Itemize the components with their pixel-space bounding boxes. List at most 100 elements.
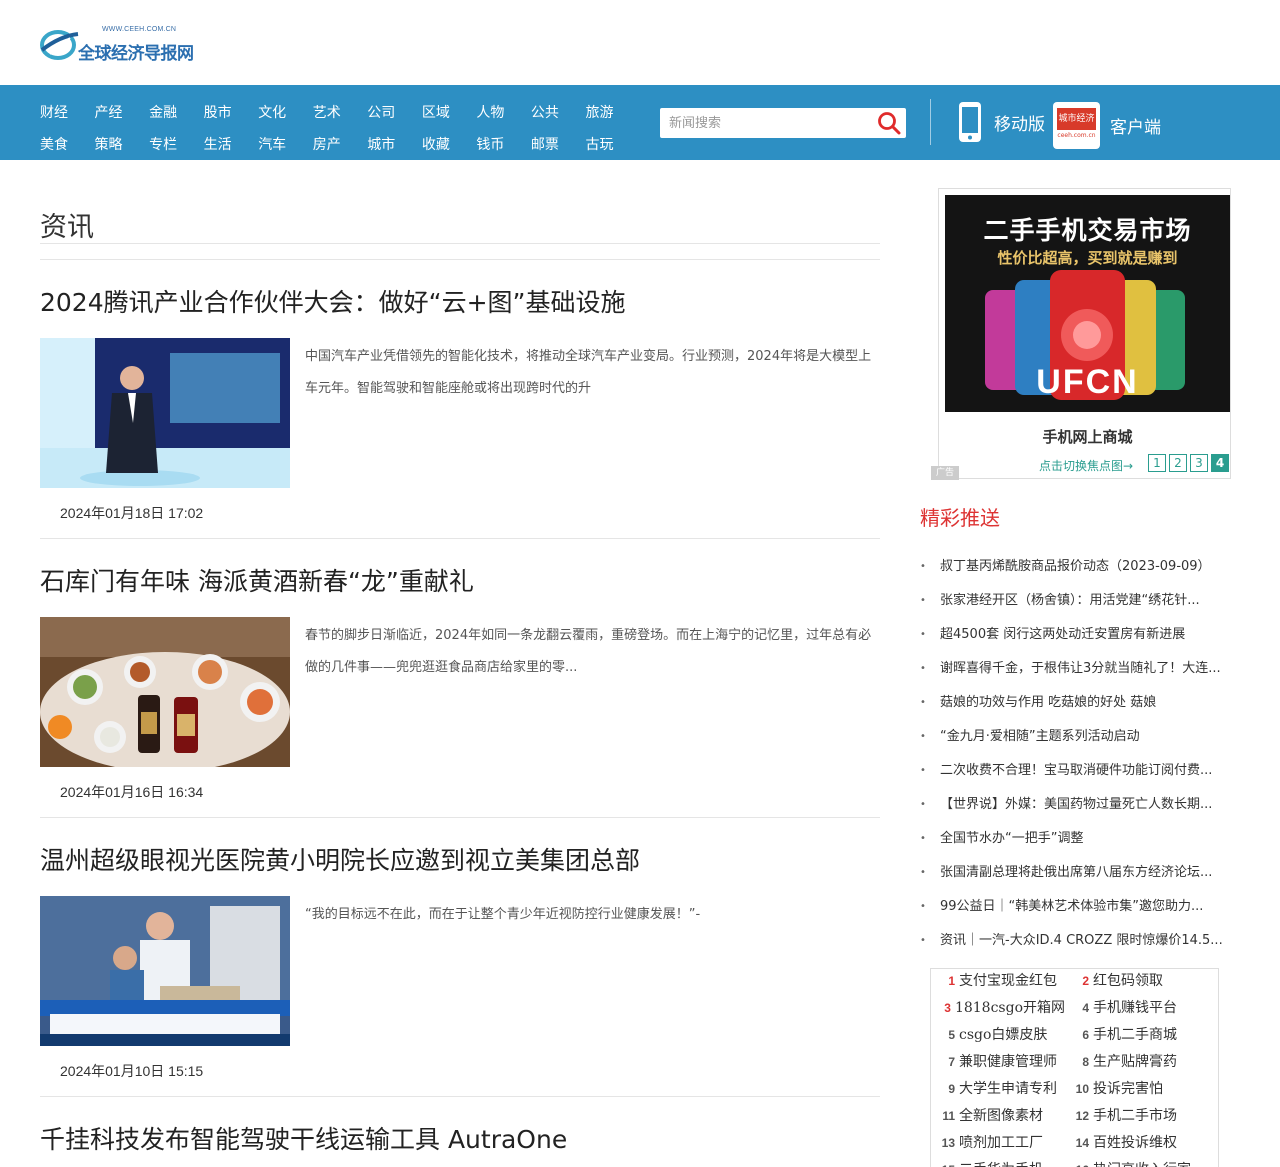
article-date: 2024年01月10日 15:15 bbox=[60, 1063, 204, 1079]
recommended-item[interactable]: • 99公益日｜“韩美林艺术体验市集”邀您助力... bbox=[920, 890, 1240, 924]
nav-item[interactable]: 房产 bbox=[313, 134, 368, 154]
recommended-item[interactable]: • “金九月·爱相随”主题系列活动启动 bbox=[920, 720, 1240, 754]
hot-link-rank: 15 bbox=[931, 1158, 959, 1167]
recommended-item-label: 资讯｜一汽-大众ID.4 CROZZ 限时惊爆价14.5... bbox=[940, 933, 1223, 948]
hot-link-rank: 4 bbox=[1082, 1001, 1089, 1015]
article-thumbnail[interactable] bbox=[40, 338, 290, 488]
hot-link[interactable]: 4 手机赚钱平台 bbox=[1065, 996, 1215, 1023]
hot-link-rank: 1 bbox=[948, 974, 955, 988]
section-divider bbox=[40, 259, 880, 260]
recommended-item[interactable]: • 超4500套 闵行这两处动迁安置房有新进展 bbox=[920, 618, 1240, 652]
ad-page-button[interactable]: 1 bbox=[1148, 454, 1166, 472]
ad-banner-image[interactable]: 二手手机交易市场 性价比超高，买到就是赚到 UFCN bbox=[945, 195, 1230, 412]
hot-link-rank: 13 bbox=[941, 1136, 955, 1150]
hot-link[interactable]: 1 支付宝现金红包 bbox=[931, 969, 1065, 996]
section-divider bbox=[40, 243, 880, 244]
nav-item[interactable]: 美食 bbox=[40, 134, 95, 154]
site-logo[interactable]: WWW.CEEH.COM.CN 全球经济导报网 bbox=[40, 26, 194, 64]
article-title[interactable]: 温州超级眼视光医院黄小明院长应邀到视立美集团总部 bbox=[40, 841, 640, 877]
bullet-icon: • bbox=[920, 595, 926, 606]
recommended-item[interactable]: • 菇娘的功效与作用 吃菇娘的好处 菇娘 bbox=[920, 686, 1240, 720]
recommended-list: • 叔丁基丙烯酰胺商品报价动态（2023-09-09） • 张家港经开区（杨舍镇）：… bbox=[920, 550, 1240, 958]
nav-item[interactable]: 古玩 bbox=[585, 134, 640, 154]
nav-item[interactable]: 专栏 bbox=[149, 134, 204, 154]
nav-item[interactable]: 汽车 bbox=[258, 134, 313, 154]
article-summary: “我的目标远不在此，而在于让整个青少年近视防控行业健康发展！”- bbox=[305, 907, 701, 922]
hot-link[interactable]: 11 全新图像素材 bbox=[931, 1104, 1065, 1131]
logo-url: WWW.CEEH.COM.CN bbox=[102, 26, 177, 33]
nav-item[interactable]: 公司 bbox=[367, 102, 422, 122]
hot-link[interactable]: 14 百姓投诉维权 bbox=[1065, 1131, 1215, 1158]
news-search-box bbox=[660, 108, 906, 138]
hot-link[interactable]: 15二手华为手机 bbox=[931, 1158, 1065, 1167]
ad-page-button[interactable]: 2 bbox=[1169, 454, 1187, 472]
hot-link[interactable]: 7 兼职健康管理师 bbox=[931, 1050, 1065, 1077]
main-nav: 财经 产经 金融 股市 文化 艺术 公司 区域 人物 公共 旅游 美食 策略 专… bbox=[0, 85, 1280, 160]
recommended-item[interactable]: • 张家港经开区（杨舍镇）：用活党建“绣花针... bbox=[920, 584, 1240, 618]
nav-item[interactable]: 旅游 bbox=[585, 102, 640, 122]
article-thumbnail[interactable] bbox=[40, 617, 290, 767]
hot-link[interactable]: 6 手机二手商城 bbox=[1065, 1023, 1215, 1050]
hot-link[interactable]: 8 生产贴牌膏药 bbox=[1065, 1050, 1215, 1077]
nav-item[interactable]: 钱币 bbox=[476, 134, 531, 154]
article-title[interactable]: 石库门有年味 海派黄酒新春“龙”重献礼 bbox=[40, 562, 474, 598]
recommended-item[interactable]: • 张国清副总理将赴俄出席第八届东方经济论坛... bbox=[920, 856, 1240, 890]
recommended-item[interactable]: • 谢晖喜得千金，于根伟让3分就当随礼了！大连... bbox=[920, 652, 1240, 686]
nav-item[interactable]: 收藏 bbox=[422, 134, 477, 154]
recommended-item[interactable]: • 二次收费不合理！宝马取消硬件功能订阅付费... bbox=[920, 754, 1240, 788]
recommended-item-label: “金九月·爱相随”主题系列活动启动 bbox=[940, 729, 1140, 744]
nav-item[interactable]: 产经 bbox=[95, 102, 150, 122]
mobile-phone-icon bbox=[959, 102, 981, 142]
hot-link-label: 1818csgo开箱网 bbox=[954, 1000, 1065, 1016]
ad-caption[interactable]: 手机网上商城 bbox=[939, 426, 1236, 447]
hot-link[interactable]: 5 csgo白嫖皮肤 bbox=[931, 1023, 1065, 1050]
hot-link[interactable]: 10 投诉完害怕 bbox=[1065, 1077, 1215, 1104]
ad-switch-hint: 点击切换焦点图→ bbox=[1039, 459, 1134, 473]
nav-item[interactable]: 财经 bbox=[40, 102, 95, 122]
hot-link[interactable]: 9 大学生申请专利 bbox=[931, 1077, 1065, 1104]
nav-item[interactable]: 生活 bbox=[204, 134, 259, 154]
nav-item[interactable]: 金融 bbox=[149, 102, 204, 122]
ad-page-button[interactable]: 3 bbox=[1190, 454, 1208, 472]
recommended-item-label: 超4500套 闵行这两处动迁安置房有新进展 bbox=[940, 627, 1186, 642]
hot-link-label: 手机赚钱平台 bbox=[1093, 1000, 1177, 1016]
ad-page-button-active[interactable]: 4 bbox=[1211, 454, 1229, 472]
recommended-item[interactable]: • 全国节水办“一把手”调整 bbox=[920, 822, 1240, 856]
nav-item[interactable]: 艺术 bbox=[313, 102, 368, 122]
hot-link[interactable]: 16热门高收入行家 bbox=[1065, 1158, 1215, 1167]
nav-item[interactable]: 策略 bbox=[95, 134, 150, 154]
nav-item[interactable]: 文化 bbox=[258, 102, 313, 122]
hot-link[interactable]: 2 红包码领取 bbox=[1065, 969, 1215, 996]
search-icon[interactable] bbox=[876, 111, 902, 135]
mobile-version-link[interactable]: 移动版 bbox=[958, 101, 1045, 143]
nav-item[interactable]: 区域 bbox=[422, 102, 477, 122]
nav-item[interactable]: 公共 bbox=[531, 102, 586, 122]
nav-divider bbox=[930, 99, 931, 145]
recommended-item-label: 张国清副总理将赴俄出席第八届东方经济论坛... bbox=[940, 865, 1213, 880]
recommended-item[interactable]: • 叔丁基丙烯酰胺商品报价动态（2023-09-09） bbox=[920, 550, 1240, 584]
hot-link-label: 二手华为手机 bbox=[959, 1158, 1043, 1167]
hot-link-rank: 11 bbox=[942, 1109, 955, 1123]
ad-subheadline: 性价比超高，买到就是赚到 bbox=[997, 249, 1178, 267]
nav-item[interactable]: 股市 bbox=[204, 102, 259, 122]
article-title[interactable]: 千挂科技发布智能驾驶干线运输工具 AutraOne bbox=[40, 1120, 567, 1156]
sidebar-ad-slideshow: 二手手机交易市场 性价比超高，买到就是赚到 UFCN 手机网上商城 点击切换焦点… bbox=[931, 188, 1231, 480]
hot-link[interactable]: 12 手机二手市场 bbox=[1065, 1104, 1215, 1131]
news-search-input[interactable] bbox=[660, 108, 866, 138]
nav-item[interactable]: 城市 bbox=[367, 134, 422, 154]
recommended-item[interactable]: • 【世界说】外媒：美国药物过量死亡人数长期... bbox=[920, 788, 1240, 822]
hot-links-grid: 1 支付宝现金红包 2 红包码领取 3 1818csgo开箱网 4 手机赚钱平台 5 cs… bbox=[931, 969, 1220, 1167]
hot-link[interactable]: 3 1818csgo开箱网 bbox=[931, 996, 1065, 1023]
nav-item[interactable]: 人物 bbox=[476, 102, 531, 122]
hot-link-rank: 7 bbox=[948, 1055, 955, 1069]
recommended-item[interactable]: • 资讯｜一汽-大众ID.4 CROZZ 限时惊爆价14.5... bbox=[920, 924, 1240, 958]
ad-label-badge: 广告 bbox=[931, 466, 959, 480]
nav-item[interactable]: 邮票 bbox=[531, 134, 586, 154]
hot-link-label: csgo白嫖皮肤 bbox=[959, 1027, 1048, 1043]
client-app-label: 客户端 bbox=[1110, 118, 1161, 138]
client-app-link[interactable]: 城市经济 ceeh.com.cn 客户端 bbox=[1053, 102, 1161, 149]
article-thumbnail[interactable] bbox=[40, 896, 290, 1046]
hot-link-label: 喷剂加工工厂 bbox=[959, 1135, 1043, 1151]
article-title[interactable]: 2024腾讯产业合作伙伴大会：做好“云+图”基础设施 bbox=[40, 283, 625, 319]
hot-link[interactable]: 13 喷剂加工工厂 bbox=[931, 1131, 1065, 1158]
